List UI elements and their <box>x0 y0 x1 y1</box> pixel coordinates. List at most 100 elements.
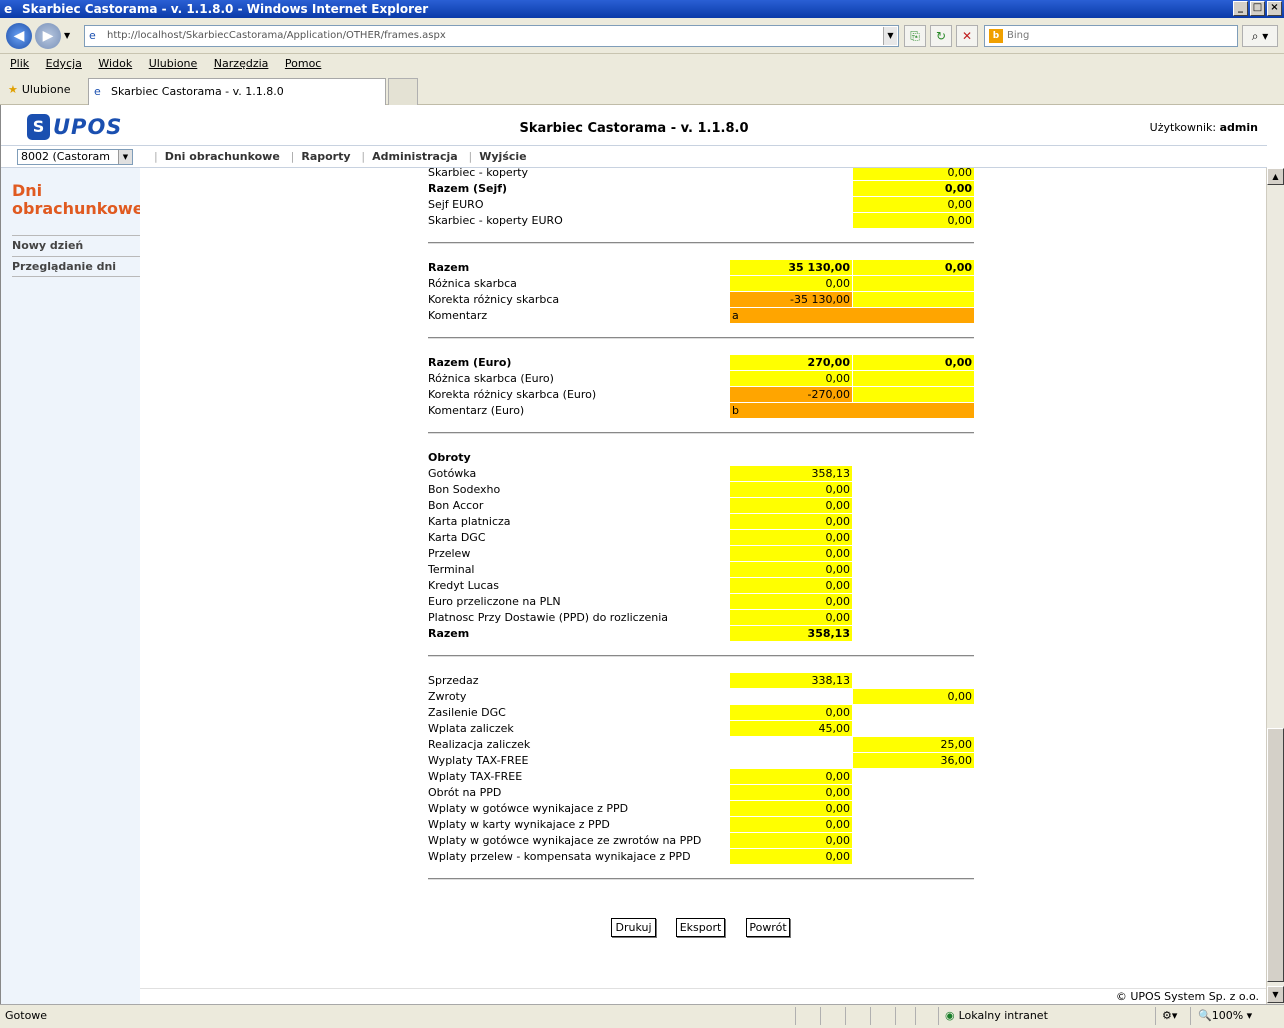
address-bar[interactable]: e http://localhost/SkarbiecCastorama/App… <box>84 25 899 47</box>
row-label: Wplaty TAX-FREE <box>428 770 523 783</box>
row-label: Obrót na PPD <box>428 786 502 799</box>
report-row: Karta platnicza 0,00 <box>428 514 974 530</box>
obroty-section: Obroty Gotówka 358,13 Bon Sodexho 0,00 Bon A… <box>428 450 974 642</box>
store-select-value: 8002 (Castoram <box>21 150 110 163</box>
korekta-euro-input[interactable]: -270,00 <box>730 387 852 402</box>
search-input[interactable]: b Bing <box>984 25 1238 47</box>
row-value: 0,00 <box>730 546 852 561</box>
status-divider <box>938 1007 939 1025</box>
new-tab-button[interactable] <box>388 78 418 105</box>
row-value-2: 36,00 <box>853 753 974 768</box>
report-row: Wplaty w gotówce wynikajace z PPD 0,00 <box>428 801 974 817</box>
report-row: Razem 358,13 <box>428 626 974 642</box>
row-label: Razem (Sejf) <box>428 182 508 195</box>
compatibility-icon[interactable]: ⎘ <box>904 25 926 47</box>
roznica-euro-value: 0,00 <box>730 371 852 386</box>
menu-file[interactable]: Plik <box>10 57 29 70</box>
row-label: Wplata zaliczek <box>428 722 514 735</box>
menu-tools[interactable]: Narzędzia <box>214 57 269 70</box>
row-value: 0,00 <box>730 514 852 529</box>
row-label: Skarbiec - koperty EURO <box>428 214 563 227</box>
row-label: Korekta różnicy skarbca <box>428 293 560 306</box>
row-label: Razem (Euro) <box>428 356 512 369</box>
sidebar-item-nowy-dzien[interactable]: Nowy dzień <box>12 235 140 256</box>
status-divider <box>845 1007 846 1025</box>
korekta-input[interactable]: -35 130,00 <box>730 292 852 307</box>
menu-edit[interactable]: Edycja <box>46 57 82 70</box>
nav-administracja[interactable]: Administracja <box>372 150 458 163</box>
globe-icon: ◉ <box>945 1009 955 1022</box>
sidebar-item-przegladanie-dni[interactable]: Przeglądanie dni <box>12 256 140 277</box>
report-row: Terminal 0,00 <box>428 562 974 578</box>
sejf-section: Skarbiec - koperty 0,00 Razem (Sejf) 0,00 … <box>428 168 974 229</box>
razem-euro-value: 270,00 <box>730 355 852 370</box>
row-label: Różnica skarbca <box>428 277 517 290</box>
row-label: Skarbiec - koperty <box>428 168 529 179</box>
menu-bar: Plik Edycja Widok Ulubione Narzędzia Pom… <box>0 54 1284 75</box>
minimize-button[interactable]: _ <box>1233 1 1248 16</box>
sidebar: Dni obrachunkowe Nowy dzień Przeglądanie… <box>1 168 144 1004</box>
address-dropdown-icon[interactable]: ▼ <box>883 27 897 45</box>
razem-euro-section: Razem (Euro) 270,00 0,00 Różnica skarbca (… <box>428 355 974 419</box>
close-window-button[interactable]: × <box>1267 1 1282 16</box>
protected-mode-icon[interactable]: ⚙▾ <box>1162 1006 1177 1026</box>
row-value: 0,00 <box>730 705 852 720</box>
status-text: Gotowe <box>5 1009 48 1022</box>
history-dropdown-icon[interactable]: ▼ <box>64 31 70 40</box>
empty-cell <box>853 371 974 386</box>
razem-euro-value-2: 0,00 <box>853 355 974 370</box>
browser-tab[interactable]: e Skarbiec Castorama - v. 1.1.8.0 <box>88 78 386 105</box>
store-select[interactable]: 8002 (Castoram ▼ <box>17 149 133 165</box>
scroll-thumb[interactable] <box>1267 728 1284 982</box>
menu-help[interactable]: Pomoc <box>285 57 321 70</box>
row-label: Sprzedaz <box>428 674 479 687</box>
vertical-scrollbar[interactable]: ▲ ▼ <box>1266 168 1284 1004</box>
star-icon: ★ <box>8 83 18 96</box>
sidebar-title: Dni obrachunkowe <box>12 182 144 218</box>
report-row: Euro przeliczone na PLN 0,00 <box>428 594 974 610</box>
address-text: http://localhost/SkarbiecCastorama/Appli… <box>107 30 446 41</box>
report-row: Obrót na PPD 0,00 <box>428 785 974 801</box>
zoom-control[interactable]: 🔍100% ▾ <box>1198 1006 1252 1026</box>
stop-icon[interactable]: ✕ <box>956 25 978 47</box>
row-label: Korekta różnicy skarbca (Euro) <box>428 388 597 401</box>
back-button[interactable]: Powrót <box>746 918 790 937</box>
nav-raporty[interactable]: Raporty <box>301 150 350 163</box>
row-value: 0,00 <box>853 197 974 212</box>
favorites-button[interactable]: ★ Ulubione <box>8 81 70 99</box>
komentarz-euro-input[interactable]: b <box>730 403 974 418</box>
forward-button[interactable]: ▶ <box>35 23 61 49</box>
report-row: Kredyt Lucas 0,00 <box>428 578 974 594</box>
export-button[interactable]: Eksport <box>676 918 725 937</box>
back-button[interactable]: ◀ <box>6 23 32 49</box>
scroll-down-icon[interactable]: ▼ <box>1267 986 1284 1003</box>
user-label: Użytkownik: <box>1149 121 1217 134</box>
row-value: 358,13 <box>730 466 852 481</box>
print-button[interactable]: Drukuj <box>611 918 656 937</box>
row-label: Wyplaty TAX-FREE <box>428 754 529 767</box>
nav-wyjscie[interactable]: Wyjście <box>479 150 526 163</box>
status-divider <box>870 1007 871 1025</box>
scroll-up-icon[interactable]: ▲ <box>1267 168 1284 185</box>
row-value: 0,00 <box>730 833 852 848</box>
menu-view[interactable]: Widok <box>98 57 132 70</box>
row-value: 0,00 <box>853 213 974 228</box>
report-row: Sprzedaz 338,13 <box>428 673 974 689</box>
row-label: Karta platnicza <box>428 515 511 528</box>
report-row: Wplaty TAX-FREE 0,00 <box>428 769 974 785</box>
refresh-icon[interactable]: ↻ <box>930 25 952 47</box>
row-value: 0,00 <box>730 817 852 832</box>
komentarz-input[interactable]: a <box>730 308 974 323</box>
zoom-value: 100% <box>1211 1009 1244 1022</box>
status-bar: Gotowe ◉ Lokalny intranet ⚙▾ 🔍100% ▾ <box>0 1004 1284 1028</box>
row-label: Komentarz (Euro) <box>428 404 525 417</box>
search-button[interactable]: ⌕ ▾ <box>1242 25 1278 47</box>
maximize-button[interactable]: □ <box>1250 1 1265 16</box>
empty-cell <box>853 292 974 307</box>
row-label: Wplaty w gotówce wynikajace ze zwrotów n… <box>428 834 702 847</box>
menu-favorites[interactable]: Ulubione <box>149 57 198 70</box>
divider <box>428 242 974 244</box>
divider <box>428 655 974 657</box>
sidebar-title-line2: obrachunkowe <box>12 199 144 218</box>
nav-dni-obrachunkowe[interactable]: Dni obrachunkowe <box>165 150 280 163</box>
